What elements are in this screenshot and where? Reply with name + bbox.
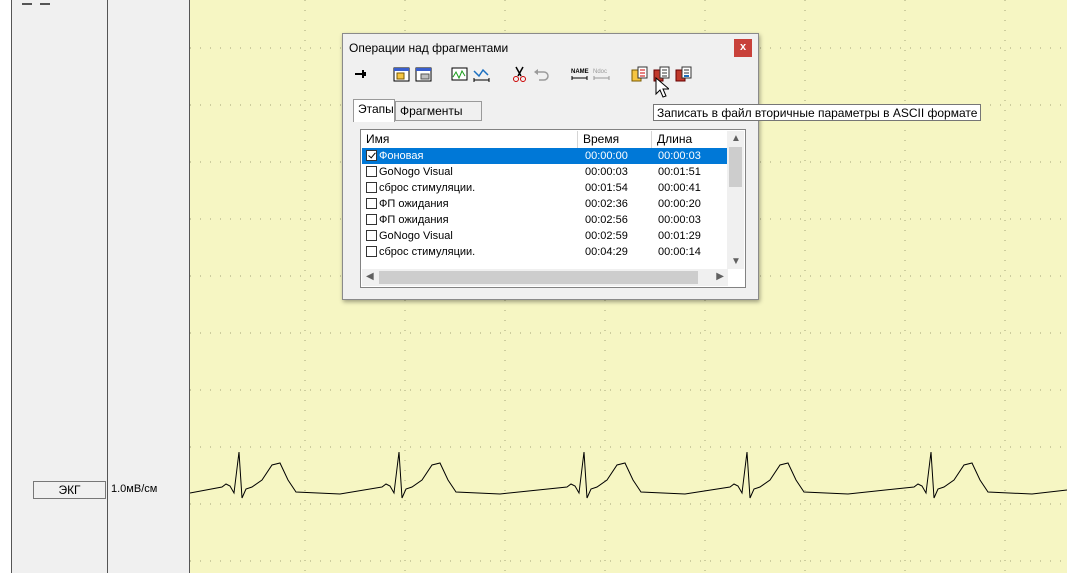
vertical-scroll-thumb[interactable] bbox=[729, 147, 742, 187]
row-time: 00:00:00 bbox=[585, 150, 628, 162]
row-length: 00:00:03 bbox=[658, 214, 701, 226]
channel-scale-label: 1.0мВ/см bbox=[111, 483, 158, 495]
row-time: 00:02:36 bbox=[585, 198, 628, 210]
scroll-left-icon[interactable]: ◀ bbox=[366, 271, 374, 282]
svg-text:Ndoc: Ndoc bbox=[593, 69, 607, 75]
list-item[interactable]: сброс стимуляции. 00:04:29 00:00:14 bbox=[362, 244, 728, 260]
row-name: ФП ожидания bbox=[379, 214, 449, 226]
row-time: 00:04:29 bbox=[585, 246, 628, 258]
undo-icon[interactable] bbox=[531, 64, 552, 86]
left-edge bbox=[0, 0, 11, 573]
row-checkbox[interactable] bbox=[366, 230, 377, 241]
row-time: 00:01:54 bbox=[585, 182, 628, 194]
row-length: 00:00:03 bbox=[658, 150, 701, 162]
row-checkbox[interactable] bbox=[366, 150, 377, 161]
row-name: Фоновая bbox=[379, 150, 424, 162]
close-button[interactable]: x bbox=[734, 39, 752, 57]
list-item[interactable]: GoNogo Visual 00:02:59 00:01:29 bbox=[362, 228, 728, 244]
vertical-scrollbar[interactable]: ▲ ▼ bbox=[727, 131, 744, 269]
waveform-icon[interactable] bbox=[449, 64, 470, 86]
mouse-cursor-icon bbox=[655, 77, 669, 98]
tooltip: Записать в файл вторичные параметры в AS… bbox=[653, 104, 982, 121]
svg-text:NAME: NAME bbox=[571, 69, 589, 75]
row-length: 00:00:41 bbox=[658, 182, 701, 194]
row-name: сброс стимуляции. bbox=[379, 246, 476, 258]
tab-fragments[interactable]: Фрагменты bbox=[395, 101, 482, 121]
column-header-time[interactable]: Время bbox=[578, 131, 652, 148]
add-fragment-icon[interactable] bbox=[391, 64, 412, 86]
column-header-name[interactable]: Имя bbox=[361, 131, 578, 148]
export-icon[interactable] bbox=[673, 64, 694, 86]
row-time: 00:02:59 bbox=[585, 230, 628, 242]
row-checkbox[interactable] bbox=[366, 198, 377, 209]
cut-icon[interactable] bbox=[509, 64, 530, 86]
scroll-up-icon[interactable]: ▲ bbox=[731, 133, 741, 144]
row-name: GoNogo Visual bbox=[379, 230, 453, 242]
list-item[interactable]: сброс стимуляции. 00:01:54 00:00:41 bbox=[362, 180, 728, 196]
info-span-icon[interactable]: Ndoc bbox=[591, 64, 612, 86]
row-name: сброс стимуляции. bbox=[379, 182, 476, 194]
row-name: ФП ожидания bbox=[379, 198, 449, 210]
column-header-length[interactable]: Длина bbox=[652, 131, 728, 148]
stages-list[interactable]: Имя Время Длина Фоновая 00:00:00 00:00:03 G… bbox=[360, 129, 746, 288]
row-length: 00:00:14 bbox=[658, 246, 701, 258]
list-item[interactable]: GoNogo Visual 00:00:03 00:01:51 bbox=[362, 164, 728, 180]
row-checkbox[interactable] bbox=[366, 166, 377, 177]
row-checkbox[interactable] bbox=[366, 182, 377, 193]
row-time: 00:02:56 bbox=[585, 214, 628, 226]
horizontal-scrollbar[interactable]: ◀ ▶ bbox=[362, 269, 728, 286]
row-length: 00:00:20 bbox=[658, 198, 701, 210]
dialog-title: Операции над фрагментами bbox=[349, 41, 509, 55]
channel-name-button[interactable]: ЭКГ bbox=[33, 481, 106, 499]
pin-icon[interactable] bbox=[351, 64, 372, 86]
name-span-icon[interactable]: NAME bbox=[569, 64, 590, 86]
horizontal-scroll-thumb[interactable] bbox=[379, 271, 698, 284]
list-item[interactable]: ФП ожидания 00:02:56 00:00:03 bbox=[362, 212, 728, 228]
copy-icon[interactable] bbox=[629, 64, 650, 86]
row-length: 00:01:51 bbox=[658, 166, 701, 178]
row-checkbox[interactable] bbox=[366, 246, 377, 257]
tab-stages[interactable]: Этапы bbox=[353, 99, 395, 122]
row-name: GoNogo Visual bbox=[379, 166, 453, 178]
fragment-icon[interactable] bbox=[413, 64, 434, 86]
ecg-trace bbox=[190, 451, 1067, 499]
scroll-right-icon[interactable]: ▶ bbox=[716, 271, 724, 282]
fragment-operations-dialog: Операции над фрагментами x NAME Ndoc Эта… bbox=[342, 33, 759, 300]
list-item[interactable]: ФП ожидания 00:02:36 00:00:20 bbox=[362, 196, 728, 212]
span-icon[interactable] bbox=[471, 64, 492, 86]
row-checkbox[interactable] bbox=[366, 214, 377, 225]
scroll-down-icon[interactable]: ▼ bbox=[731, 256, 741, 267]
row-time: 00:00:03 bbox=[585, 166, 628, 178]
row-length: 00:01:29 bbox=[658, 230, 701, 242]
collapse-marker[interactable] bbox=[22, 0, 62, 6]
list-item[interactable]: Фоновая 00:00:00 00:00:03 bbox=[362, 148, 728, 164]
